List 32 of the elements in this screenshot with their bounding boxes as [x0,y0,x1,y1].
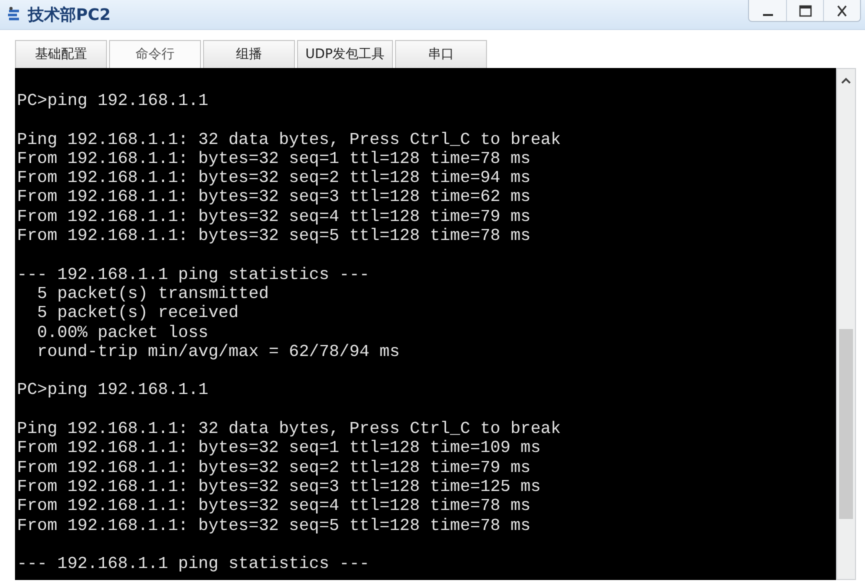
terminal-line: --- 192.168.1.1 ping statistics --- [17,555,370,574]
terminal-line: From 192.168.1.1: bytes=32 seq=3 ttl=128 time=125 ms [17,478,541,498]
terminal-line: From 192.168.1.1: bytes=32 seq=5 ttl=128 time=78 ms [17,227,531,246]
terminal-line: PC>ping 192.168.1.1 [17,92,208,112]
scrollbar[interactable] [836,68,856,580]
terminal-line: From 192.168.1.1: bytes=32 seq=3 ttl=128 time=62 ms [17,188,531,208]
terminal-line: Ping 192.168.1.1: 32 data bytes, Press Ctrl_C to break [17,420,561,440]
terminal-line: 5 packet(s) received [36,304,239,324]
scrollbar-thumb[interactable] [839,329,853,519]
close-icon [836,4,848,16]
tab[interactable]: 命令行 [109,40,201,68]
terminal-line: PC>ping 192.168.1.1 [17,381,208,401]
terminal-line: --- 192.168.1.1 ping statistics --- [17,266,370,285]
terminal-line: Ping 192.168.1.1: 32 data bytes, Press Ctrl_C to break [17,130,561,150]
terminal-line: round-trip min/avg/max = 62/78/94 ms [36,342,400,362]
terminal-line: From 192.168.1.1: bytes=32 seq=2 ttl=128 time=94 ms [17,169,531,188]
window-title: 技术部PC2 [28,4,111,26]
terminal-line: From 192.168.1.1: bytes=32 seq=5 ttl=128 time=78 ms [17,516,531,536]
terminal-line: From 192.168.1.1: bytes=32 seq=1 ttl=128 time=78 ms [17,150,531,170]
tab[interactable]: 串口 [395,40,487,68]
minimize-icon [762,14,772,16]
terminal-line: From 192.168.1.1: bytes=32 seq=2 ttl=128 time=79 ms [17,458,531,478]
tab[interactable]: UDP发包工具 [297,40,393,68]
terminal-line: 5 packet(s) transmitted [36,284,269,304]
scroll-up-icon[interactable] [841,76,851,84]
terminal-line: From 192.168.1.1: bytes=32 seq=1 ttl=128 time=109 ms [17,439,541,459]
terminal-line: From 192.168.1.1: bytes=32 seq=4 ttl=128 time=79 ms [17,208,531,228]
tab[interactable]: 组播 [203,40,295,68]
terminal-line: From 192.168.1.1: bytes=32 seq=4 ttl=128 time=78 ms [17,497,531,517]
tab[interactable]: 基础配置 [15,40,107,68]
maximize-icon [798,4,812,16]
terminal-line: 0.00% packet loss [36,324,208,343]
